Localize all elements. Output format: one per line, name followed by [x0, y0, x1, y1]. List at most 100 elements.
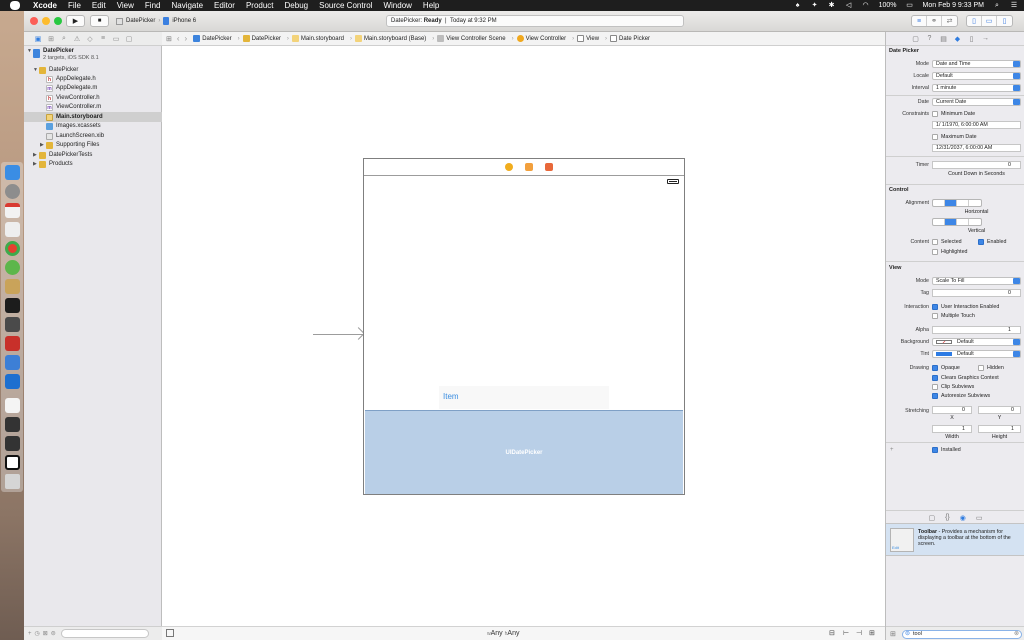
menu-file[interactable]: File — [68, 1, 81, 10]
resizing-icon[interactable]: ⊞ — [869, 629, 875, 637]
grid-view-icon[interactable]: ⊞ — [890, 630, 896, 638]
hidden-checkbox[interactable]: Hidden — [978, 365, 1004, 371]
scm-icon[interactable]: ⊠ — [43, 630, 48, 637]
minimum-date-field[interactable]: 1/ 1/1970, 6:00:00 AM — [932, 121, 1021, 129]
wifi-icon[interactable]: ◠ — [862, 2, 870, 9]
clip-subviews-checkbox[interactable]: Clip Subviews — [932, 384, 974, 390]
maximum-date-checkbox[interactable]: Maximum Date — [932, 134, 977, 140]
notification-center-icon[interactable]: ☰ — [1010, 2, 1018, 9]
tree-item-appdelegate-m[interactable]: m AppDelegate.m — [24, 83, 162, 93]
menu-edit[interactable]: Edit — [92, 1, 106, 10]
symbol-icon[interactable]: ⊞ — [47, 35, 55, 43]
connections-inspector-icon[interactable]: → — [982, 35, 989, 43]
forward-icon[interactable]: › — [185, 34, 188, 43]
date-popup[interactable]: Current Date — [932, 98, 1021, 106]
stop-button[interactable]: ■ — [90, 15, 109, 27]
identity-inspector-icon[interactable]: ▤ — [940, 35, 947, 43]
breadcrumb-storyboard-base[interactable]: Main.storyboard (Base) — [354, 35, 426, 42]
locale-popup[interactable]: Default — [932, 72, 1021, 80]
enabled-checkbox[interactable]: Enabled — [978, 239, 1006, 245]
assistant-editor-icon[interactable]: ⚭ — [927, 16, 942, 26]
toolbar-item-bar[interactable]: Item — [439, 386, 609, 409]
related-items-icon[interactable]: ⊞ — [166, 35, 172, 43]
clear-search-icon[interactable]: ⊗ — [1014, 631, 1019, 638]
folder-icon[interactable]: ▣ — [34, 35, 42, 43]
spotlight-icon[interactable]: ⌕ — [993, 2, 1001, 9]
highlighted-checkbox[interactable]: Highlighted — [932, 249, 968, 255]
align-fill-icon[interactable] — [969, 219, 981, 225]
library-item-toolbar[interactable]: Edit Toolbar - Provides a mechanism for … — [886, 523, 1024, 556]
menu-product[interactable]: Product — [246, 1, 274, 10]
selected-checkbox[interactable]: Selected — [932, 239, 962, 245]
breadcrumb-group[interactable]: DatePicker — [242, 35, 281, 42]
align-right-icon[interactable] — [957, 200, 969, 206]
stack-icon[interactable] — [5, 279, 20, 294]
clears-graphics-checkbox[interactable]: Clears Graphics Context — [932, 375, 999, 381]
pin-icon[interactable]: ⊢ — [843, 629, 849, 637]
breadcrumb-view-controller[interactable]: View Controller — [516, 35, 566, 42]
view-controller-icon[interactable] — [505, 163, 513, 171]
library-filter-input[interactable]: ⊜ tool ⊗ — [902, 630, 1022, 639]
size-inspector-icon[interactable]: ▯ — [968, 35, 975, 43]
terminal-icon[interactable] — [5, 298, 20, 313]
trash-icon[interactable] — [5, 474, 20, 489]
preview-icon[interactable] — [5, 455, 20, 470]
interval-popup[interactable]: 1 minute — [932, 84, 1021, 92]
menu-navigate[interactable]: Navigate — [171, 1, 203, 10]
window-icon[interactable] — [5, 417, 20, 432]
simulator-icon[interactable] — [5, 374, 20, 389]
notes-icon[interactable] — [5, 222, 20, 237]
breadcrumb-date-picker[interactable]: Date Picker — [610, 35, 650, 42]
file-inspector-icon[interactable]: ▢ — [912, 35, 919, 43]
align-middle-icon[interactable] — [945, 219, 957, 225]
storyboard-canvas[interactable]: Item UIDatePicker — [162, 46, 885, 626]
vertical-alignment-control[interactable] — [932, 218, 982, 226]
alpha-field[interactable]: 1 — [932, 326, 1021, 334]
menu-source-control[interactable]: Source Control — [319, 1, 372, 10]
media-library-icon[interactable]: ▭ — [976, 514, 983, 522]
document-icon[interactable] — [5, 398, 20, 413]
breakpoint-icon[interactable]: ▭ — [112, 35, 120, 43]
project-root[interactable]: ▼ DatePicker 2 targets, iOS SDK 8.1 — [24, 48, 162, 64]
tint-popup[interactable]: Default — [932, 350, 1021, 358]
zoom-window-button[interactable] — [54, 17, 62, 25]
filter-icon[interactable]: ⊜ — [51, 630, 56, 637]
report-icon[interactable]: ▢ — [125, 35, 133, 43]
back-icon[interactable]: ‹ — [177, 34, 180, 43]
tree-item-products[interactable]: ▶ Products — [24, 159, 162, 169]
scheme-selector[interactable]: DatePicker › iPhone 6 — [116, 16, 196, 26]
horizontal-alignment-control[interactable] — [932, 199, 982, 207]
xcode-icon[interactable] — [5, 355, 20, 370]
menu-view[interactable]: View — [117, 1, 134, 10]
view-controller-scene[interactable]: Item UIDatePicker — [363, 158, 685, 495]
navigator-filter-input[interactable] — [60, 629, 149, 638]
align-bottom-icon[interactable] — [957, 219, 969, 225]
battery-icon[interactable]: ▭ — [906, 2, 914, 9]
bar-button-item[interactable]: Item — [443, 392, 459, 401]
apple-icon[interactable] — [10, 1, 20, 10]
minimum-date-checkbox[interactable]: Minimum Date — [932, 111, 975, 117]
background-popup[interactable]: Default — [932, 338, 1021, 346]
add-configuration-icon[interactable]: + — [890, 447, 894, 453]
debug-icon[interactable]: ≡ — [99, 35, 107, 43]
object-library-icon[interactable]: ◉ — [960, 514, 966, 522]
menu-app-name[interactable]: Xcode — [33, 1, 57, 10]
battery-percent[interactable]: 100% — [879, 2, 897, 9]
tree-item-viewcontroller-m[interactable]: m ViewController.m — [24, 102, 162, 112]
stretch-height-field[interactable]: 1 — [978, 425, 1021, 433]
tree-item-images-xcassets[interactable]: Images.xcassets — [24, 121, 162, 131]
installed-checkbox[interactable]: Installed — [932, 447, 961, 453]
breadcrumb-storyboard[interactable]: Main.storyboard — [291, 35, 344, 42]
file-template-icon[interactable]: ▢ — [928, 514, 935, 522]
filezilla-icon[interactable] — [5, 336, 20, 351]
stretch-y-field[interactable]: 0 — [978, 406, 1021, 414]
recent-icon[interactable]: ◷ — [35, 630, 40, 637]
standard-editor-icon[interactable]: ≡ — [912, 16, 927, 26]
code-snippet-icon[interactable]: {} — [945, 514, 950, 521]
align-top-icon[interactable] — [933, 219, 945, 225]
bluetooth-icon[interactable]: ✱ — [828, 2, 836, 9]
breadcrumb-project[interactable]: DatePicker — [193, 35, 232, 42]
finder-icon[interactable] — [5, 165, 20, 180]
debug-toggle-icon[interactable]: ▭ — [982, 16, 997, 26]
dropbox-icon[interactable]: ✦ — [811, 2, 819, 9]
